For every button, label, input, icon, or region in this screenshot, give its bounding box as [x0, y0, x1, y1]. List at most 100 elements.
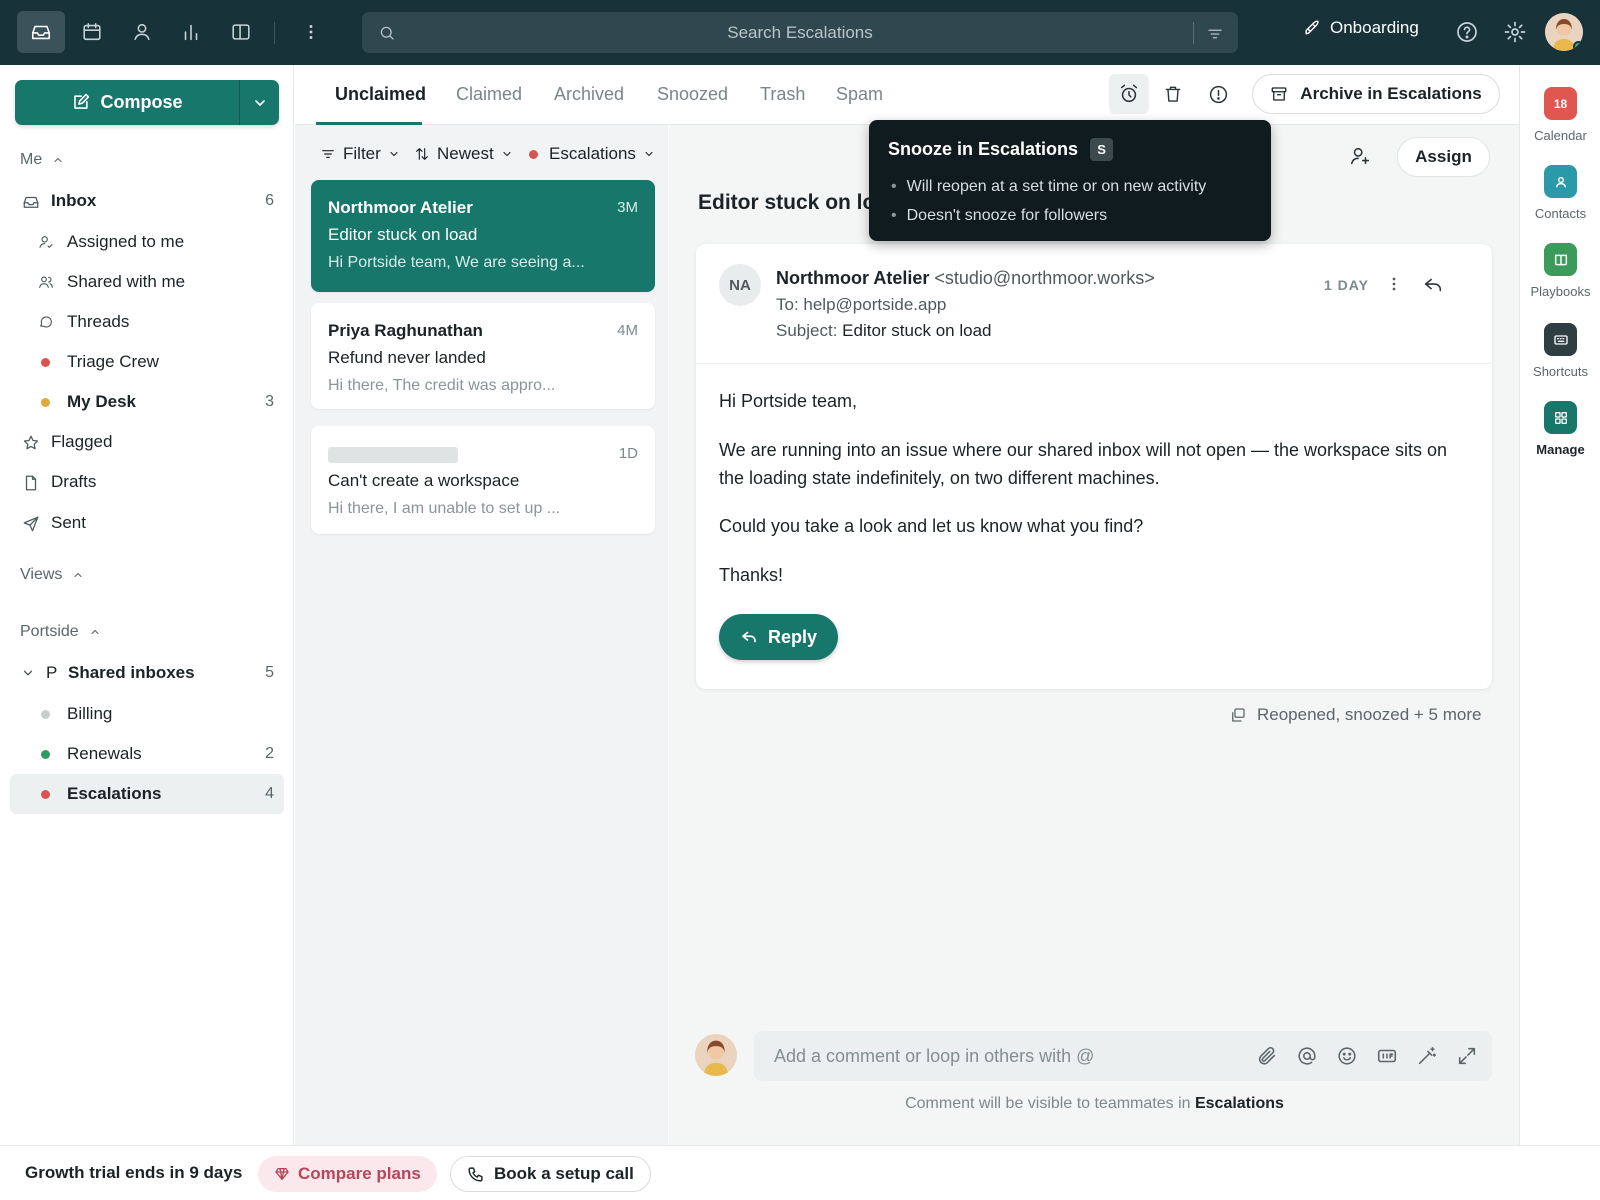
- message-paragraph: Thanks!: [719, 565, 784, 585]
- portside-section-header[interactable]: Portside: [20, 623, 101, 641]
- sort-dropdown[interactable]: Newest: [414, 144, 513, 164]
- me-section-header[interactable]: Me: [20, 151, 64, 169]
- sidebar-item-label: Inbox: [51, 191, 97, 210]
- conversation-card[interactable]: Priya Raghunathan 4M Refund never landed…: [311, 303, 655, 409]
- shortcuts-tile: [1544, 323, 1577, 356]
- paperclip-icon[interactable]: [1256, 1045, 1278, 1067]
- calendar-nav-button[interactable]: [68, 11, 116, 53]
- comment-user-avatar: [695, 1034, 737, 1076]
- sidebar-item-drafts[interactable]: Drafts: [10, 462, 284, 502]
- conversation-detail-pane: Editor stuck on lo Assign NA Northmoor A…: [669, 125, 1520, 1145]
- reply-icon[interactable]: [1422, 274, 1444, 296]
- sidebar-item-label: Threads: [67, 312, 130, 331]
- sidebar-item-shared[interactable]: Shared with me: [10, 262, 284, 302]
- chevron-down-icon: [23, 670, 33, 676]
- rail-app-contacts[interactable]: Contacts: [1520, 165, 1600, 221]
- filter-icon[interactable]: [1206, 25, 1224, 43]
- magic-wand-icon[interactable]: [1416, 1045, 1438, 1067]
- at-sign-icon[interactable]: [1296, 1045, 1318, 1067]
- comment-toolbar: [1256, 1045, 1478, 1067]
- more-nav-button[interactable]: [287, 11, 335, 53]
- sidebar-item-threads[interactable]: Threads: [10, 302, 284, 342]
- reply-button[interactable]: Reply: [719, 614, 838, 660]
- conversation-time: 1D: [618, 445, 638, 462]
- onboarding-label: Onboarding: [1330, 18, 1419, 37]
- conversation-card[interactable]: 1D Can't create a workspace Hi there, I …: [311, 426, 655, 534]
- inbox-dropdown[interactable]: Escalations: [529, 144, 655, 164]
- online-status-dot: [1573, 41, 1583, 51]
- rail-app-playbooks[interactable]: Playbooks: [1520, 243, 1600, 299]
- sidebar-item-escalations[interactable]: Escalations 4: [10, 774, 284, 814]
- tooltip-bullet: Doesn't snooze for followers: [891, 201, 1206, 230]
- sidebar-item-label: Flagged: [51, 432, 113, 451]
- conversation-time: 3M: [617, 199, 638, 216]
- message-divider: [696, 363, 1492, 364]
- assign-button[interactable]: Assign: [1397, 137, 1490, 177]
- calendar-icon: [83, 22, 101, 41]
- gif-icon[interactable]: [1376, 1045, 1398, 1067]
- snooze-button[interactable]: [1109, 74, 1149, 114]
- compose-menu-button[interactable]: [240, 80, 279, 125]
- tab-trash[interactable]: Trash: [760, 84, 805, 105]
- user-avatar[interactable]: [1545, 13, 1583, 51]
- reply-label: Reply: [767, 626, 818, 647]
- compare-plans-button[interactable]: Compare plans: [258, 1156, 437, 1192]
- sidebar-item-inbox[interactable]: Inbox 6: [10, 181, 284, 221]
- sidebar-item-assigned[interactable]: Assigned to me: [10, 222, 284, 262]
- rail-app-calendar[interactable]: 18 Calendar: [1520, 87, 1600, 143]
- mark-spam-button[interactable]: [1198, 74, 1238, 114]
- contacts-tile: [1544, 165, 1577, 198]
- conversation-sender: Priya Raghunathan: [328, 321, 483, 340]
- expand-icon[interactable]: [1456, 1045, 1478, 1067]
- search-input[interactable]: Search Escalations: [362, 12, 1238, 53]
- analytics-nav-button[interactable]: [167, 11, 215, 53]
- help-icon[interactable]: [1455, 20, 1479, 44]
- rail-app-manage[interactable]: Manage: [1520, 401, 1600, 457]
- inbox-filter-label: Escalations: [549, 144, 636, 163]
- filter-dropdown[interactable]: Filter: [320, 144, 400, 164]
- phone-icon: [468, 1166, 483, 1182]
- reply-icon: [742, 631, 756, 643]
- sidebar-item-renewals[interactable]: Renewals 2: [10, 734, 284, 774]
- rail-app-label: Calendar: [1534, 128, 1587, 143]
- search-divider: [1193, 22, 1194, 44]
- inbox-nav-button[interactable]: [17, 11, 65, 53]
- sidebar-item-sent[interactable]: Sent: [10, 503, 284, 543]
- tab-spam[interactable]: Spam: [836, 84, 883, 105]
- add-person-icon[interactable]: [1349, 145, 1371, 167]
- tab-archived[interactable]: Archived: [554, 84, 624, 105]
- tooltip-bullets: Will reopen at a set time or on new acti…: [891, 172, 1207, 230]
- archive-button[interactable]: Archive in Escalations: [1252, 74, 1500, 114]
- tab-claimed[interactable]: Claimed: [456, 84, 522, 105]
- layout-nav-button[interactable]: [217, 11, 265, 53]
- views-section-header[interactable]: Views: [20, 566, 84, 584]
- contacts-nav-button[interactable]: [118, 11, 166, 53]
- activity-summary[interactable]: Reopened, snoozed + 5 more: [1229, 705, 1481, 725]
- sidebar-item-billing[interactable]: Billing: [10, 694, 284, 734]
- sidebar-item-flagged[interactable]: Flagged: [10, 422, 284, 462]
- more-vertical-icon[interactable]: [1384, 274, 1404, 294]
- tab-unclaimed[interactable]: Unclaimed: [335, 84, 426, 105]
- conversation-preview: Hi there, I am unable to set up ...: [328, 500, 561, 517]
- sidebar-item-label: My Desk: [67, 392, 136, 411]
- compose-button[interactable]: Compose: [15, 80, 239, 125]
- compose-button-group: Compose: [15, 80, 279, 125]
- sidebar-item-shared-inboxes[interactable]: P Shared inboxes 5: [10, 653, 284, 693]
- rail-app-shortcuts[interactable]: Shortcuts: [1520, 323, 1600, 379]
- search-placeholder: Search Escalations: [727, 23, 873, 42]
- views-header-label: Views: [20, 566, 63, 583]
- book-setup-call-button[interactable]: Book a setup call: [450, 1156, 651, 1192]
- gear-icon[interactable]: [1503, 20, 1527, 44]
- tab-snoozed[interactable]: Snoozed: [657, 84, 728, 105]
- delete-button[interactable]: [1153, 74, 1193, 114]
- sidebar-item-triage-crew[interactable]: Triage Crew: [10, 342, 284, 382]
- conversation-card[interactable]: Northmoor Atelier 3M Editor stuck on loa…: [311, 180, 655, 292]
- portside-header-label: Portside: [20, 623, 79, 640]
- smiley-icon[interactable]: [1336, 1045, 1358, 1067]
- onboarding-button[interactable]: Onboarding: [1302, 18, 1419, 38]
- comment-input[interactable]: Add a comment or loop in others with @: [754, 1031, 1492, 1081]
- conversation-time: 4M: [617, 322, 638, 339]
- conversation-title: Editor stuck on lo: [698, 191, 876, 214]
- sidebar-item-my-desk[interactable]: My Desk 3: [10, 382, 284, 422]
- sort-arrows-icon: [416, 148, 428, 160]
